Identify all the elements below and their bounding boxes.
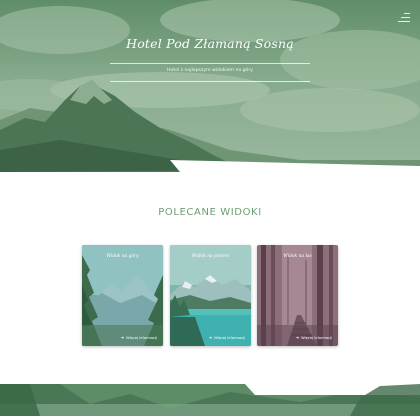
hero-background-image (0, 0, 420, 172)
card-forest-view[interactable]: Widok na las ➔ Więcej informacji (257, 245, 338, 346)
mountain-view-image (82, 245, 163, 346)
more-info-link[interactable]: ➔ Więcej informacji (296, 335, 332, 340)
card-mountain-view[interactable]: Widok na góry ➔ Więcej informacji (82, 245, 163, 346)
featured-heading: POLECANE WIDOKI (158, 207, 262, 218)
bottom-background-image (0, 384, 420, 416)
hero-divider-bottom (110, 81, 310, 82)
more-info-link[interactable]: ➔ Więcej informacji (209, 335, 245, 340)
more-info-link[interactable]: ➔ Więcej informacji (121, 335, 157, 340)
arrow-right-icon: ➔ (295, 335, 300, 340)
forest-view-image (257, 245, 338, 346)
hero-divider-top (110, 63, 310, 64)
hamburger-menu-button[interactable] (398, 13, 410, 23)
card-title: Widok na góry (106, 254, 139, 259)
card-title: Widok na las (283, 254, 312, 259)
card-title: Widok na jezioro (191, 254, 230, 259)
hero-subtitle: Hotel z najlepszym widokiem na góry (167, 68, 253, 73)
hamburger-icon (404, 13, 410, 14)
card-lake-view[interactable]: Widok na jezioro ➔ Więcej informacji (170, 245, 251, 346)
hero-title: Hotel Pod Złamaną Sosną (126, 36, 294, 51)
lake-view-image (170, 245, 251, 346)
hero-section: Hotel Pod Złamaną Sosną Hotel z najlepsz… (0, 0, 420, 172)
arrow-right-icon: ➔ (120, 335, 125, 340)
arrow-right-icon: ➔ (208, 335, 213, 340)
